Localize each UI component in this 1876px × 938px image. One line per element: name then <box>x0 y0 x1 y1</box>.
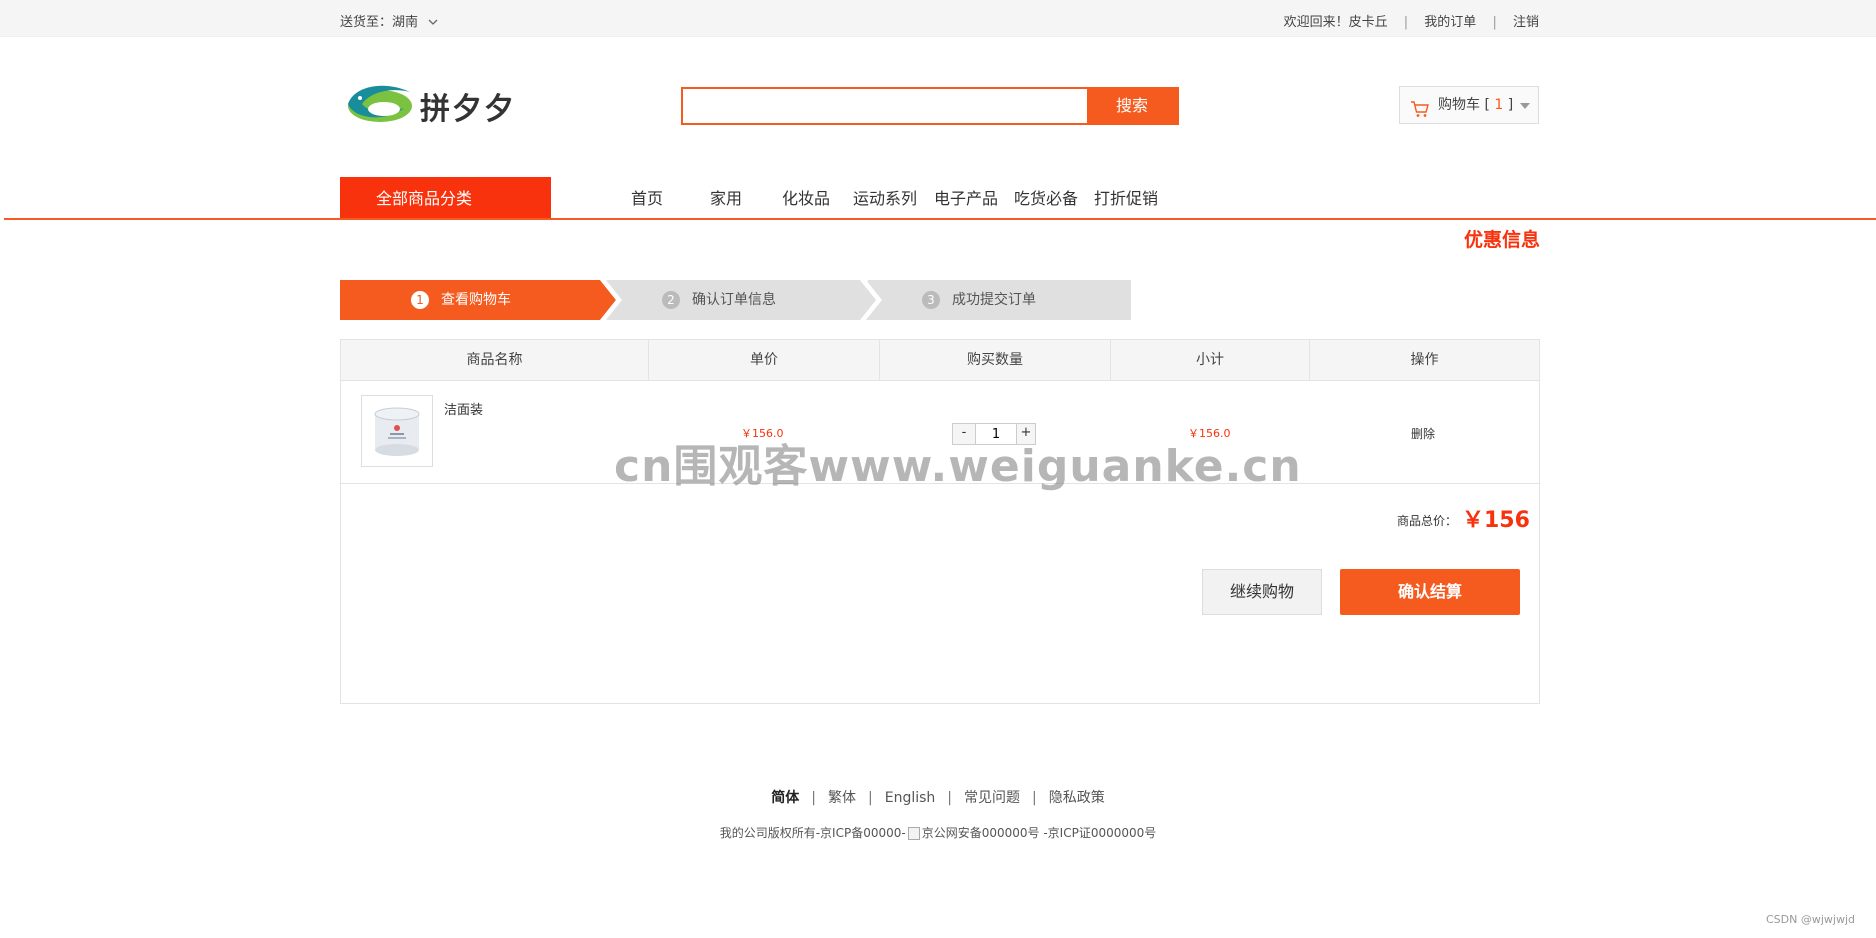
watermark: cn围观客www.weiguanke.cn <box>614 441 1302 492</box>
cart-label-suffix: ] <box>1503 97 1514 113</box>
nav-item-home[interactable]: 首页 <box>631 185 663 209</box>
logo-text: 拼夕夕 <box>420 92 516 127</box>
separator: | <box>1492 15 1497 30</box>
separator: | <box>947 790 952 806</box>
cart-count: 1 <box>1494 97 1504 113</box>
step-number: 3 <box>922 291 940 309</box>
continue-shopping-button[interactable]: 继续购物 <box>1202 569 1322 615</box>
footer-link-simplified[interactable]: 简体 <box>771 790 799 806</box>
table-header: 商品名称 单价 购买数量 小计 操作 <box>341 340 1539 381</box>
welcome-text: 欢迎回来！皮卡丘 <box>1283 15 1388 30</box>
header-quantity: 购买数量 <box>880 340 1111 380</box>
separator: | <box>1032 790 1037 806</box>
search-bar: 搜索 <box>681 87 1179 125</box>
nav-item-cosmetics[interactable]: 化妆品 <box>782 185 830 209</box>
step-number: 2 <box>662 291 680 309</box>
logout-link[interactable]: 注销 <box>1513 15 1539 30</box>
top-bar: 送货至：湖南 欢迎回来！皮卡丘 | 我的订单 | 注销 <box>0 0 1876 37</box>
csdn-credit: CSDN @wjwjwjd <box>1766 913 1855 926</box>
checkout-button[interactable]: 确认结算 <box>1340 569 1520 615</box>
step-label: 查看购物车 <box>441 292 511 308</box>
step-number: 1 <box>411 291 429 309</box>
nav-divider <box>4 218 1876 220</box>
chevron-down-icon <box>428 18 438 29</box>
step-3: 3 成功提交订单 <box>922 280 1036 320</box>
header-action: 操作 <box>1410 352 1439 368</box>
step-2: 2 确认订单信息 <box>662 280 776 320</box>
separator: | <box>811 790 816 806</box>
search-input[interactable] <box>683 89 1091 123</box>
user-menu: 欢迎回来！皮卡丘 | 我的订单 | 注销 <box>1284 11 1539 30</box>
header-unit-price: 单价 <box>649 340 880 380</box>
police-record-text: 京公网安备000000号 <box>921 826 1040 840</box>
footer-link-privacy[interactable]: 隐私政策 <box>1049 790 1105 806</box>
delivery-location[interactable]: 送货至：湖南 <box>340 11 438 30</box>
product-jar-image <box>362 396 432 466</box>
all-categories-button[interactable]: 全部商品分类 <box>340 177 551 220</box>
icp-license-text: -京ICP证0000000号 <box>1039 826 1157 840</box>
footer-links: 简体 | 繁体 | English | 常见问题 | 隐私政策 <box>0 787 1876 807</box>
footer-link-traditional[interactable]: 繁体 <box>828 790 856 806</box>
shopping-cart-icon <box>1410 96 1430 117</box>
promo-title[interactable]: 优惠信息 <box>1464 225 1540 252</box>
checkout-steps: 1 查看购物车 2 确认订单信息 3 成功提交订单 <box>340 280 1131 320</box>
cart-label: 购物车 [ <box>1438 97 1495 113</box>
product-name[interactable]: 洁面装 <box>444 399 483 418</box>
cart-button[interactable]: 购物车 [ 1 ] <box>1399 86 1539 124</box>
nav-item-snacks[interactable]: 吃货必备 <box>1014 185 1078 209</box>
footer-link-english[interactable]: English <box>885 790 936 806</box>
delete-link[interactable]: 删除 <box>1411 425 1435 442</box>
copyright-text: 我的公司版权所有-京ICP备00000- <box>719 826 906 840</box>
header-product-name: 商品名称 <box>341 340 649 380</box>
logo-icon <box>348 85 412 122</box>
search-button[interactable]: 搜索 <box>1087 87 1177 125</box>
cart-table: 商品名称 单价 购买数量 小计 操作 洁面装 ￥156.0 - + ￥156.0 <box>340 339 1540 704</box>
total-label: 商品总价： <box>1397 514 1458 528</box>
broken-image-icon <box>907 827 920 840</box>
copyright: 我的公司版权所有-京ICP备00000- 京公网安备000000号 -京ICP证0… <box>0 824 1876 841</box>
nav-item-sports[interactable]: 运动系列 <box>853 185 917 209</box>
nav-item-household[interactable]: 家用 <box>710 185 742 209</box>
footer-link-faq[interactable]: 常见问题 <box>964 790 1020 806</box>
product-thumbnail[interactable] <box>361 395 433 467</box>
nav-item-electronics[interactable]: 电子产品 <box>934 185 998 209</box>
step-label: 确认订单信息 <box>692 292 776 308</box>
total-value: ￥156 <box>1462 508 1530 533</box>
delivery-label: 送货至：湖南 <box>340 15 419 30</box>
step-1: 1 查看购物车 <box>411 280 511 320</box>
header-subtotal: 小计 <box>1111 340 1310 380</box>
nav-item-discounts[interactable]: 打折促销 <box>1094 185 1158 209</box>
dropdown-arrow-icon <box>1520 103 1530 109</box>
step-label: 成功提交订单 <box>952 292 1036 308</box>
separator: | <box>1403 15 1409 30</box>
my-orders-link[interactable]: 我的订单 <box>1424 15 1476 30</box>
separator: | <box>868 790 873 806</box>
